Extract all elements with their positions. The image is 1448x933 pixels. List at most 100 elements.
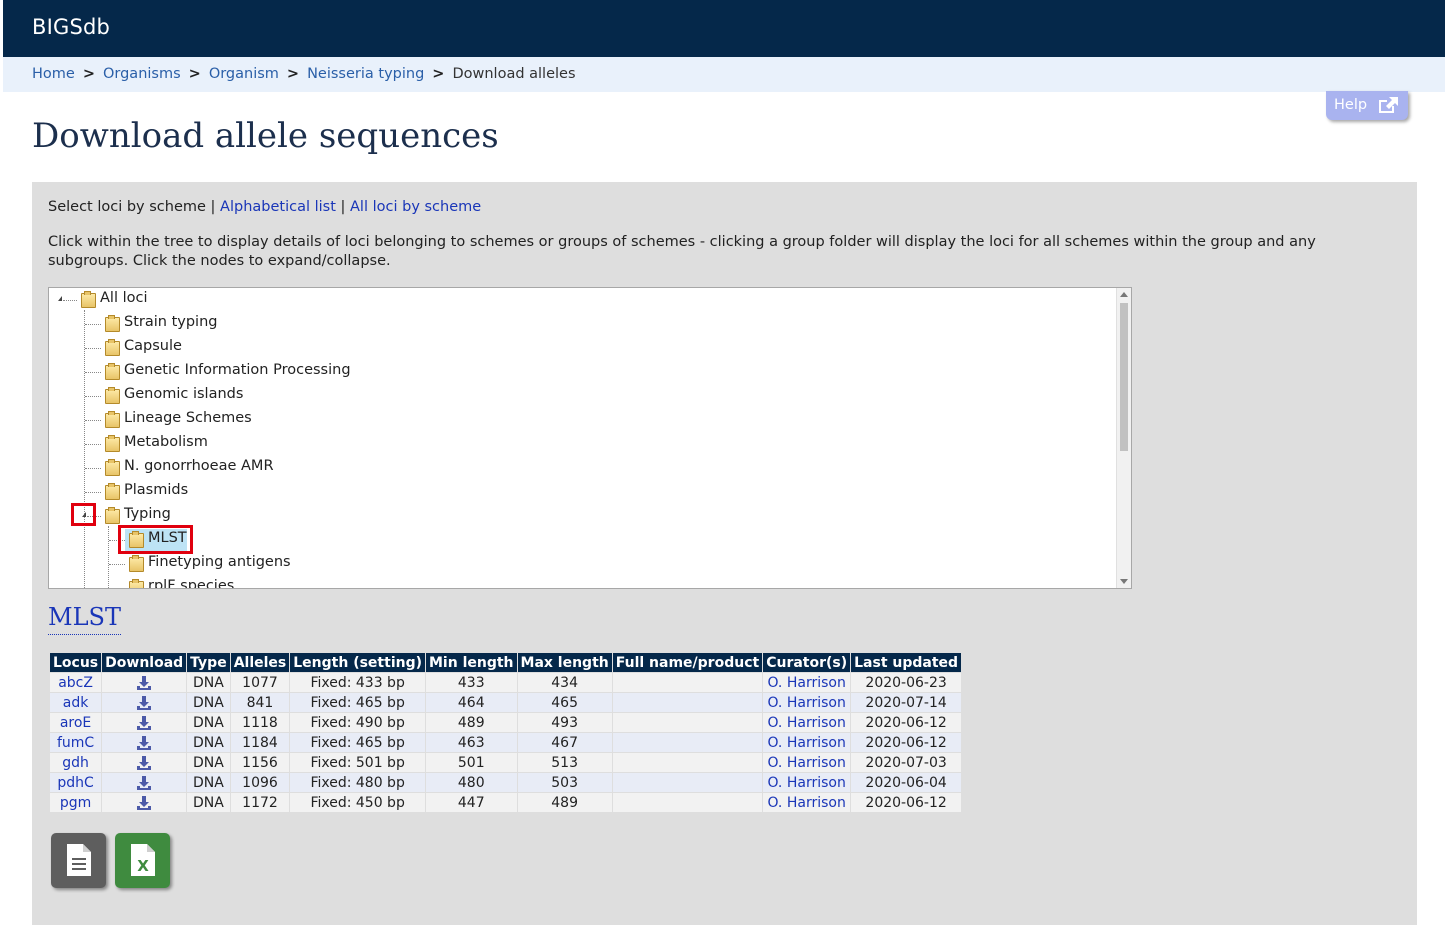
- tree-node-label: Typing: [124, 506, 171, 522]
- scroll-down-arrow-icon[interactable]: [1120, 579, 1128, 584]
- updated-cell: 2020-06-12: [850, 712, 963, 733]
- download-cell[interactable]: [101, 752, 188, 773]
- alleles-cell: 1172: [229, 792, 291, 813]
- alleles-cell: 1184: [229, 732, 291, 753]
- download-icon[interactable]: [136, 775, 152, 791]
- updated-cell: 2020-06-23: [850, 672, 963, 693]
- folder-icon: [129, 579, 144, 588]
- length-cell: Fixed: 480 bp: [289, 772, 426, 793]
- locus-link[interactable]: abcZ: [48, 672, 103, 693]
- excel-letter: X: [137, 857, 149, 875]
- folder-icon: [105, 459, 120, 476]
- curator-link-text[interactable]: O. Harrison: [767, 775, 845, 791]
- type-cell: DNA: [186, 752, 231, 773]
- table-row: abcZ DNA 1077 Fixed: 433 bp 433 434 O. Harriso…: [48, 672, 963, 693]
- length-cell: Fixed: 433 bp: [289, 672, 426, 693]
- download-cell[interactable]: [101, 692, 188, 713]
- curator-link-text[interactable]: O. Harrison: [767, 695, 845, 711]
- folder-icon: [105, 435, 120, 452]
- locus-link-text[interactable]: gdh: [62, 755, 89, 771]
- updated-cell: 2020-06-12: [850, 732, 963, 753]
- tree-node-label: Plasmids: [124, 482, 189, 498]
- scroll-up-arrow-icon[interactable]: [1120, 292, 1128, 297]
- download-cell[interactable]: [101, 792, 188, 813]
- locus-link[interactable]: fumC: [48, 732, 103, 753]
- folder-icon: [105, 339, 120, 356]
- alleles-cell: 1156: [229, 752, 291, 773]
- table-row: gdh DNA 1156 Fixed: 501 bp 501 513 O. Harrison…: [48, 752, 963, 773]
- export-excel-button[interactable]: X: [115, 833, 170, 888]
- brand-logo[interactable]: BIGSdb: [32, 15, 110, 39]
- scheme-tree[interactable]: All loci Strain typing Capsule Genetic I…: [48, 287, 1132, 589]
- locus-link[interactable]: pdhC: [48, 772, 103, 793]
- tree-node-label: rplF species: [148, 578, 235, 589]
- tree-scrollbar[interactable]: [1116, 288, 1131, 588]
- locus-link[interactable]: adk: [48, 692, 103, 713]
- curator-link[interactable]: O. Harrison: [762, 732, 852, 753]
- alphabetical-list-link[interactable]: Alphabetical list: [220, 199, 336, 215]
- tree-node-label: Capsule: [124, 338, 182, 354]
- curator-link[interactable]: O. Harrison: [762, 792, 852, 813]
- locus-link[interactable]: gdh: [48, 752, 103, 773]
- curator-link-text[interactable]: O. Harrison: [767, 755, 845, 771]
- tree-node-label: Genetic Information Processing: [124, 362, 351, 378]
- text-file-icon: [67, 844, 91, 876]
- download-cell[interactable]: [101, 772, 188, 793]
- tree-node-label: N. gonorrhoeae AMR: [124, 458, 274, 474]
- curator-link-text[interactable]: O. Harrison: [767, 675, 845, 691]
- scheme-title[interactable]: MLST: [48, 603, 121, 635]
- tree-node-label: Genomic islands: [124, 386, 244, 402]
- folder-icon: [105, 483, 120, 500]
- curator-link[interactable]: O. Harrison: [762, 752, 852, 773]
- curator-link[interactable]: O. Harrison: [762, 672, 852, 693]
- type-cell: DNA: [186, 772, 231, 793]
- breadcrumb-database[interactable]: Neisseria typing: [307, 66, 424, 82]
- column-header: Alleles: [229, 652, 291, 673]
- locus-link[interactable]: aroE: [48, 712, 103, 733]
- locus-link-text[interactable]: pdhC: [57, 775, 93, 791]
- download-cell[interactable]: [101, 732, 188, 753]
- tree-node-label: Strain typing: [124, 314, 218, 330]
- curator-link-text[interactable]: O. Harrison: [767, 795, 845, 811]
- locus-link-text[interactable]: adk: [63, 695, 89, 711]
- breadcrumb-organism[interactable]: Organism: [209, 66, 279, 82]
- locus-link-text[interactable]: pgm: [60, 795, 91, 811]
- breadcrumb-home[interactable]: Home: [32, 66, 75, 82]
- column-header: Full name/product: [611, 652, 764, 673]
- breadcrumb-separator: >: [286, 66, 300, 82]
- type-cell: DNA: [186, 712, 231, 733]
- download-icon[interactable]: [136, 695, 152, 711]
- folder-icon: [105, 363, 120, 380]
- curator-link-text[interactable]: O. Harrison: [767, 715, 845, 731]
- min-length-cell: 463: [425, 732, 518, 753]
- curator-link-text[interactable]: O. Harrison: [767, 735, 845, 751]
- download-icon[interactable]: [136, 795, 152, 811]
- locus-link[interactable]: pgm: [48, 792, 103, 813]
- max-length-cell: 467: [516, 732, 613, 753]
- help-button[interactable]: Help: [1326, 91, 1408, 120]
- scrollbar-thumb[interactable]: [1120, 303, 1128, 451]
- updated-cell: 2020-06-12: [850, 792, 963, 813]
- all-loci-by-scheme-link[interactable]: All loci by scheme: [350, 199, 481, 215]
- download-icon[interactable]: [136, 675, 152, 691]
- download-icon[interactable]: [136, 755, 152, 771]
- updated-cell: 2020-06-04: [850, 772, 963, 793]
- curator-link[interactable]: O. Harrison: [762, 712, 852, 733]
- curator-link[interactable]: O. Harrison: [762, 772, 852, 793]
- export-text-button[interactable]: [51, 833, 106, 888]
- alleles-cell: 841: [229, 692, 291, 713]
- column-header: Max length: [516, 652, 613, 673]
- download-cell[interactable]: [101, 712, 188, 733]
- download-icon[interactable]: [136, 715, 152, 731]
- breadcrumb-organisms[interactable]: Organisms: [103, 66, 181, 82]
- download-cell[interactable]: [101, 672, 188, 693]
- curator-link[interactable]: O. Harrison: [762, 692, 852, 713]
- locus-link-text[interactable]: fumC: [57, 735, 94, 751]
- max-length-cell: 489: [516, 792, 613, 813]
- length-cell: Fixed: 450 bp: [289, 792, 426, 813]
- locus-link-text[interactable]: aroE: [60, 715, 91, 731]
- expand-toggle-icon[interactable]: [58, 296, 62, 301]
- download-icon[interactable]: [136, 735, 152, 751]
- max-length-cell: 493: [516, 712, 613, 733]
- locus-link-text[interactable]: abcZ: [58, 675, 93, 691]
